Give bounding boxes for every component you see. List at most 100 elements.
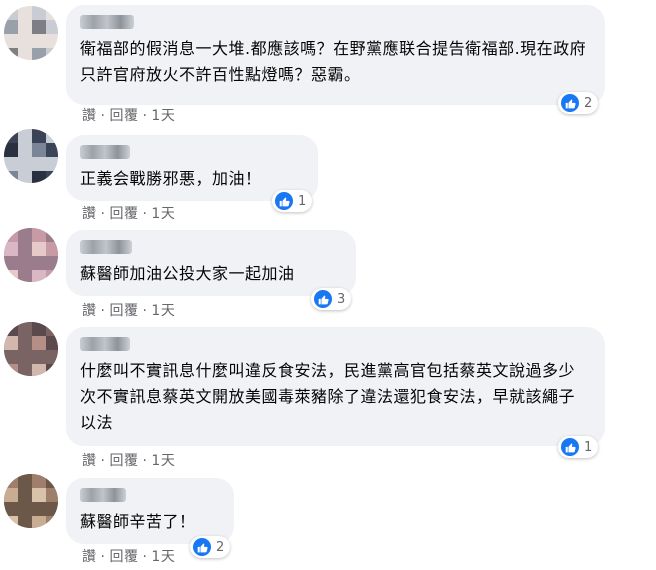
avatar-pixel (4, 256, 18, 270)
avatar-pixel (32, 350, 46, 364)
avatar-pixel (18, 502, 32, 516)
thumbs-up-icon (275, 192, 293, 210)
like-link[interactable]: 讚 (82, 203, 97, 223)
avatar[interactable] (4, 474, 58, 528)
avatar-pixel (46, 474, 58, 488)
commenter-name[interactable] (80, 145, 130, 159)
timestamp[interactable]: 1天 (151, 105, 175, 125)
comment-text: 衛福部的假消息一大堆.都應該嗎？在野黨應联合提告衛福部.現在政府只許官府放火不許… (80, 39, 587, 84)
comment-text: 正義会戰勝邪悪，加油！ (80, 169, 262, 188)
avatar-pixel (18, 48, 32, 60)
avatar-pixel (18, 228, 32, 242)
reply-link[interactable]: 回覆 (109, 300, 138, 320)
avatar-pixel (4, 350, 18, 364)
reaction-number: 1 (584, 439, 593, 455)
reaction-count[interactable]: 1 (558, 436, 599, 458)
avatar-pixel (4, 336, 18, 350)
avatar-pixel (18, 322, 32, 336)
avatar-pixel (4, 6, 18, 20)
timestamp[interactable]: 1天 (151, 300, 175, 320)
avatar-pixel (18, 6, 32, 20)
commenter-name[interactable] (80, 15, 134, 29)
avatar-pixel (18, 516, 32, 528)
comment-actions: 讚 · 回覆 · 1天 (82, 546, 175, 566)
comment-bubble: 衛福部的假消息一大堆.都應該嗎？在野黨應联合提告衛福部.現在政府只許官府放火不許… (66, 5, 605, 105)
comment-actions: 讚 · 回覆 · 1天 (82, 450, 175, 470)
reaction-number: 3 (337, 291, 346, 307)
comment-actions: 讚 · 回覆 · 1天 (82, 203, 175, 223)
avatar-pixel (32, 228, 46, 242)
comment-bubble: 蘇醫師辛苦了！ (66, 478, 234, 544)
avatar-pixel (46, 129, 58, 143)
avatar-pixel (18, 350, 32, 364)
reaction-count[interactable]: 2 (190, 536, 231, 558)
reaction-number: 2 (216, 539, 225, 555)
avatar-pixel (46, 242, 58, 256)
reply-link[interactable]: 回覆 (109, 546, 138, 566)
avatar-pixel (18, 129, 32, 143)
reply-link[interactable]: 回覆 (109, 450, 138, 470)
avatar-pixel (18, 20, 32, 34)
like-link[interactable]: 讚 (82, 450, 97, 470)
avatar-pixel (46, 228, 58, 242)
timestamp[interactable]: 1天 (151, 546, 175, 566)
avatar-pixel (4, 270, 18, 282)
reaction-count[interactable]: 2 (558, 92, 599, 114)
commenter-name[interactable] (80, 488, 126, 502)
avatar-pixel (32, 364, 46, 376)
avatar-pixel (32, 242, 46, 256)
commenter-name[interactable] (80, 337, 130, 351)
reply-link[interactable]: 回覆 (109, 203, 138, 223)
thumbs-up-icon (561, 94, 579, 112)
avatar-pixel (18, 34, 32, 48)
avatar[interactable] (4, 129, 58, 183)
avatar-pixel (32, 129, 46, 143)
avatar-pixel (32, 336, 46, 350)
avatar-pixel (46, 48, 58, 60)
reaction-count[interactable]: 3 (311, 288, 352, 310)
thumbs-up-icon (193, 538, 211, 556)
avatar-pixel (46, 171, 58, 183)
like-link[interactable]: 讚 (82, 105, 97, 125)
reply-link[interactable]: 回覆 (109, 105, 138, 125)
avatar-pixel (46, 516, 58, 528)
avatar-pixel (4, 143, 18, 157)
avatar-pixel (46, 364, 58, 376)
avatar-pixel (32, 256, 46, 270)
avatar-pixel (4, 157, 18, 171)
comment-text: 蘇醫師辛苦了！ (80, 512, 196, 531)
avatar-pixel (32, 20, 46, 34)
avatar-pixel (46, 6, 58, 20)
avatar-pixel (4, 474, 18, 488)
avatar-pixel (46, 143, 58, 157)
avatar-pixel (18, 171, 32, 183)
avatar-pixel (4, 20, 18, 34)
avatar-pixel (4, 171, 18, 183)
avatar-pixel (32, 157, 46, 171)
avatar[interactable] (4, 322, 58, 376)
avatar-pixel (18, 256, 32, 270)
avatar-pixel (32, 171, 46, 183)
avatar[interactable] (4, 6, 58, 60)
avatar-pixel (18, 336, 32, 350)
timestamp[interactable]: 1天 (151, 203, 175, 223)
commenter-name[interactable] (80, 240, 132, 254)
avatar-pixel (32, 48, 46, 60)
avatar-pixel (4, 322, 18, 336)
avatar-pixel (32, 474, 46, 488)
like-link[interactable]: 讚 (82, 300, 97, 320)
avatar[interactable] (4, 228, 58, 282)
avatar-pixel (46, 20, 58, 34)
avatar-pixel (46, 350, 58, 364)
reaction-count[interactable]: 1 (272, 190, 313, 212)
timestamp[interactable]: 1天 (151, 450, 175, 470)
avatar-pixel (46, 322, 58, 336)
comment-actions: 讚 · 回覆 · 1天 (82, 105, 175, 125)
avatar-pixel (4, 502, 18, 516)
avatar-pixel (18, 488, 32, 502)
avatar-pixel (4, 488, 18, 502)
like-link[interactable]: 讚 (82, 546, 97, 566)
avatar-pixel (18, 270, 32, 282)
avatar-pixel (4, 34, 18, 48)
comment-actions: 讚 · 回覆 · 1天 (82, 300, 175, 320)
